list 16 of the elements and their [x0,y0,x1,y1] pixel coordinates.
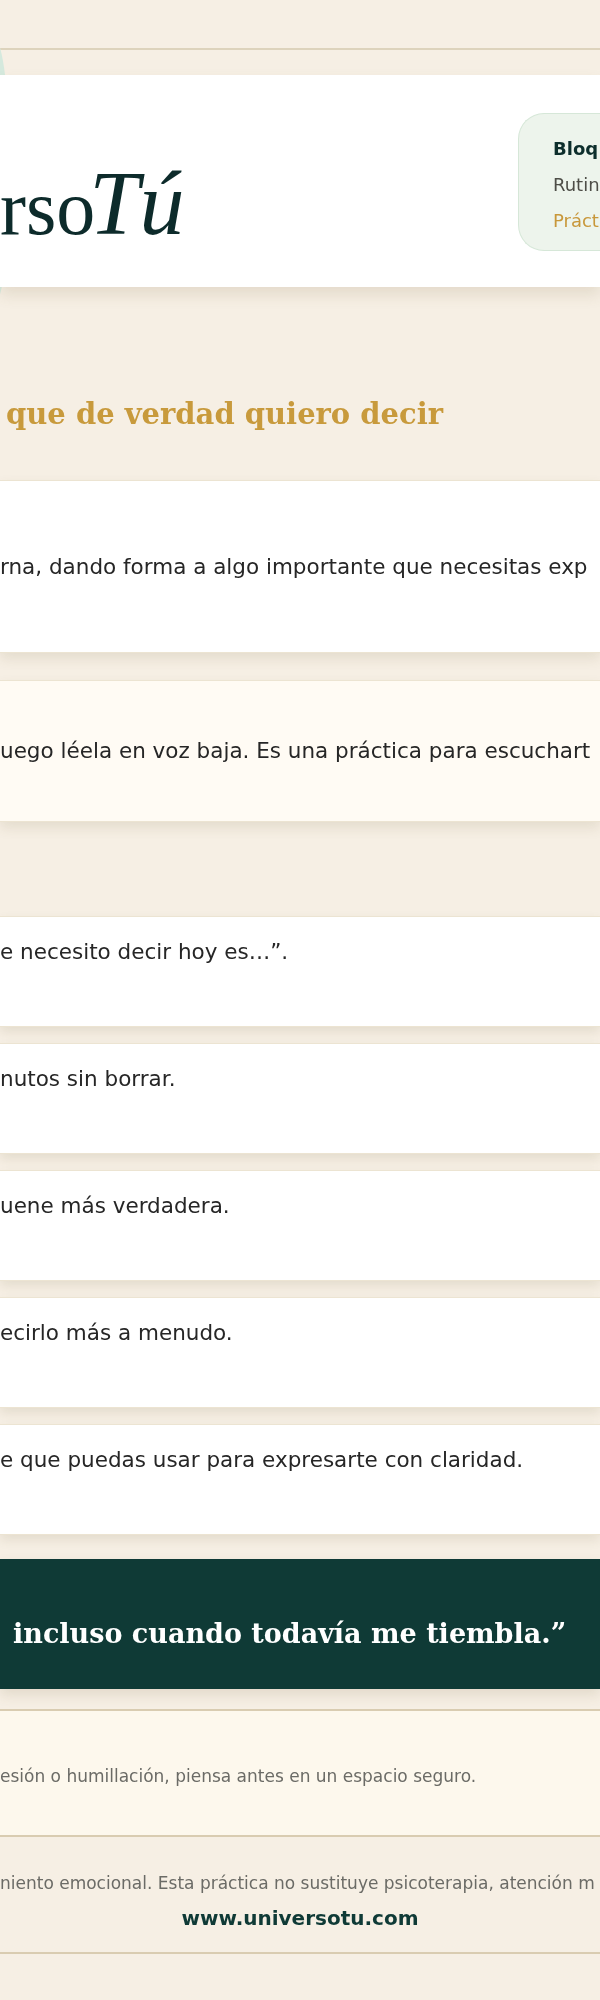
section-title: que de verdad quiero decir [5,396,443,432]
info-subtitle: Rutin [553,173,600,197]
intro-text: rna, dando forma a algo importante que necesitas exp [0,552,588,581]
step-text: nutos sin borrar. [0,1065,176,1093]
logo: rsoTú [0,159,185,249]
website-link[interactable]: www.universotu.com [181,1905,419,1931]
note-text: esión o humillación, piensa antes en un espacio seguro. [0,1765,477,1788]
step-text: uene más verdadera. [0,1192,230,1220]
quote-text: incluso cuando todavía me tiembla.” [13,1617,567,1651]
step-text: e necesito decir hoy es…”. [0,938,289,966]
instruction-text: uego léela en voz baja. Es una práctica para escuchart [0,737,591,765]
disclaimer-text: niento emocional. Esta práctica no sustituye psicoterapia, atención m [0,1872,595,1895]
info-title: Bloq [553,137,599,161]
info-tag: Práct [553,203,599,239]
step-text: e que puedas usar para expresarte con claridad. [0,1446,524,1474]
step-text: ecirlo más a menudo. [0,1319,233,1347]
